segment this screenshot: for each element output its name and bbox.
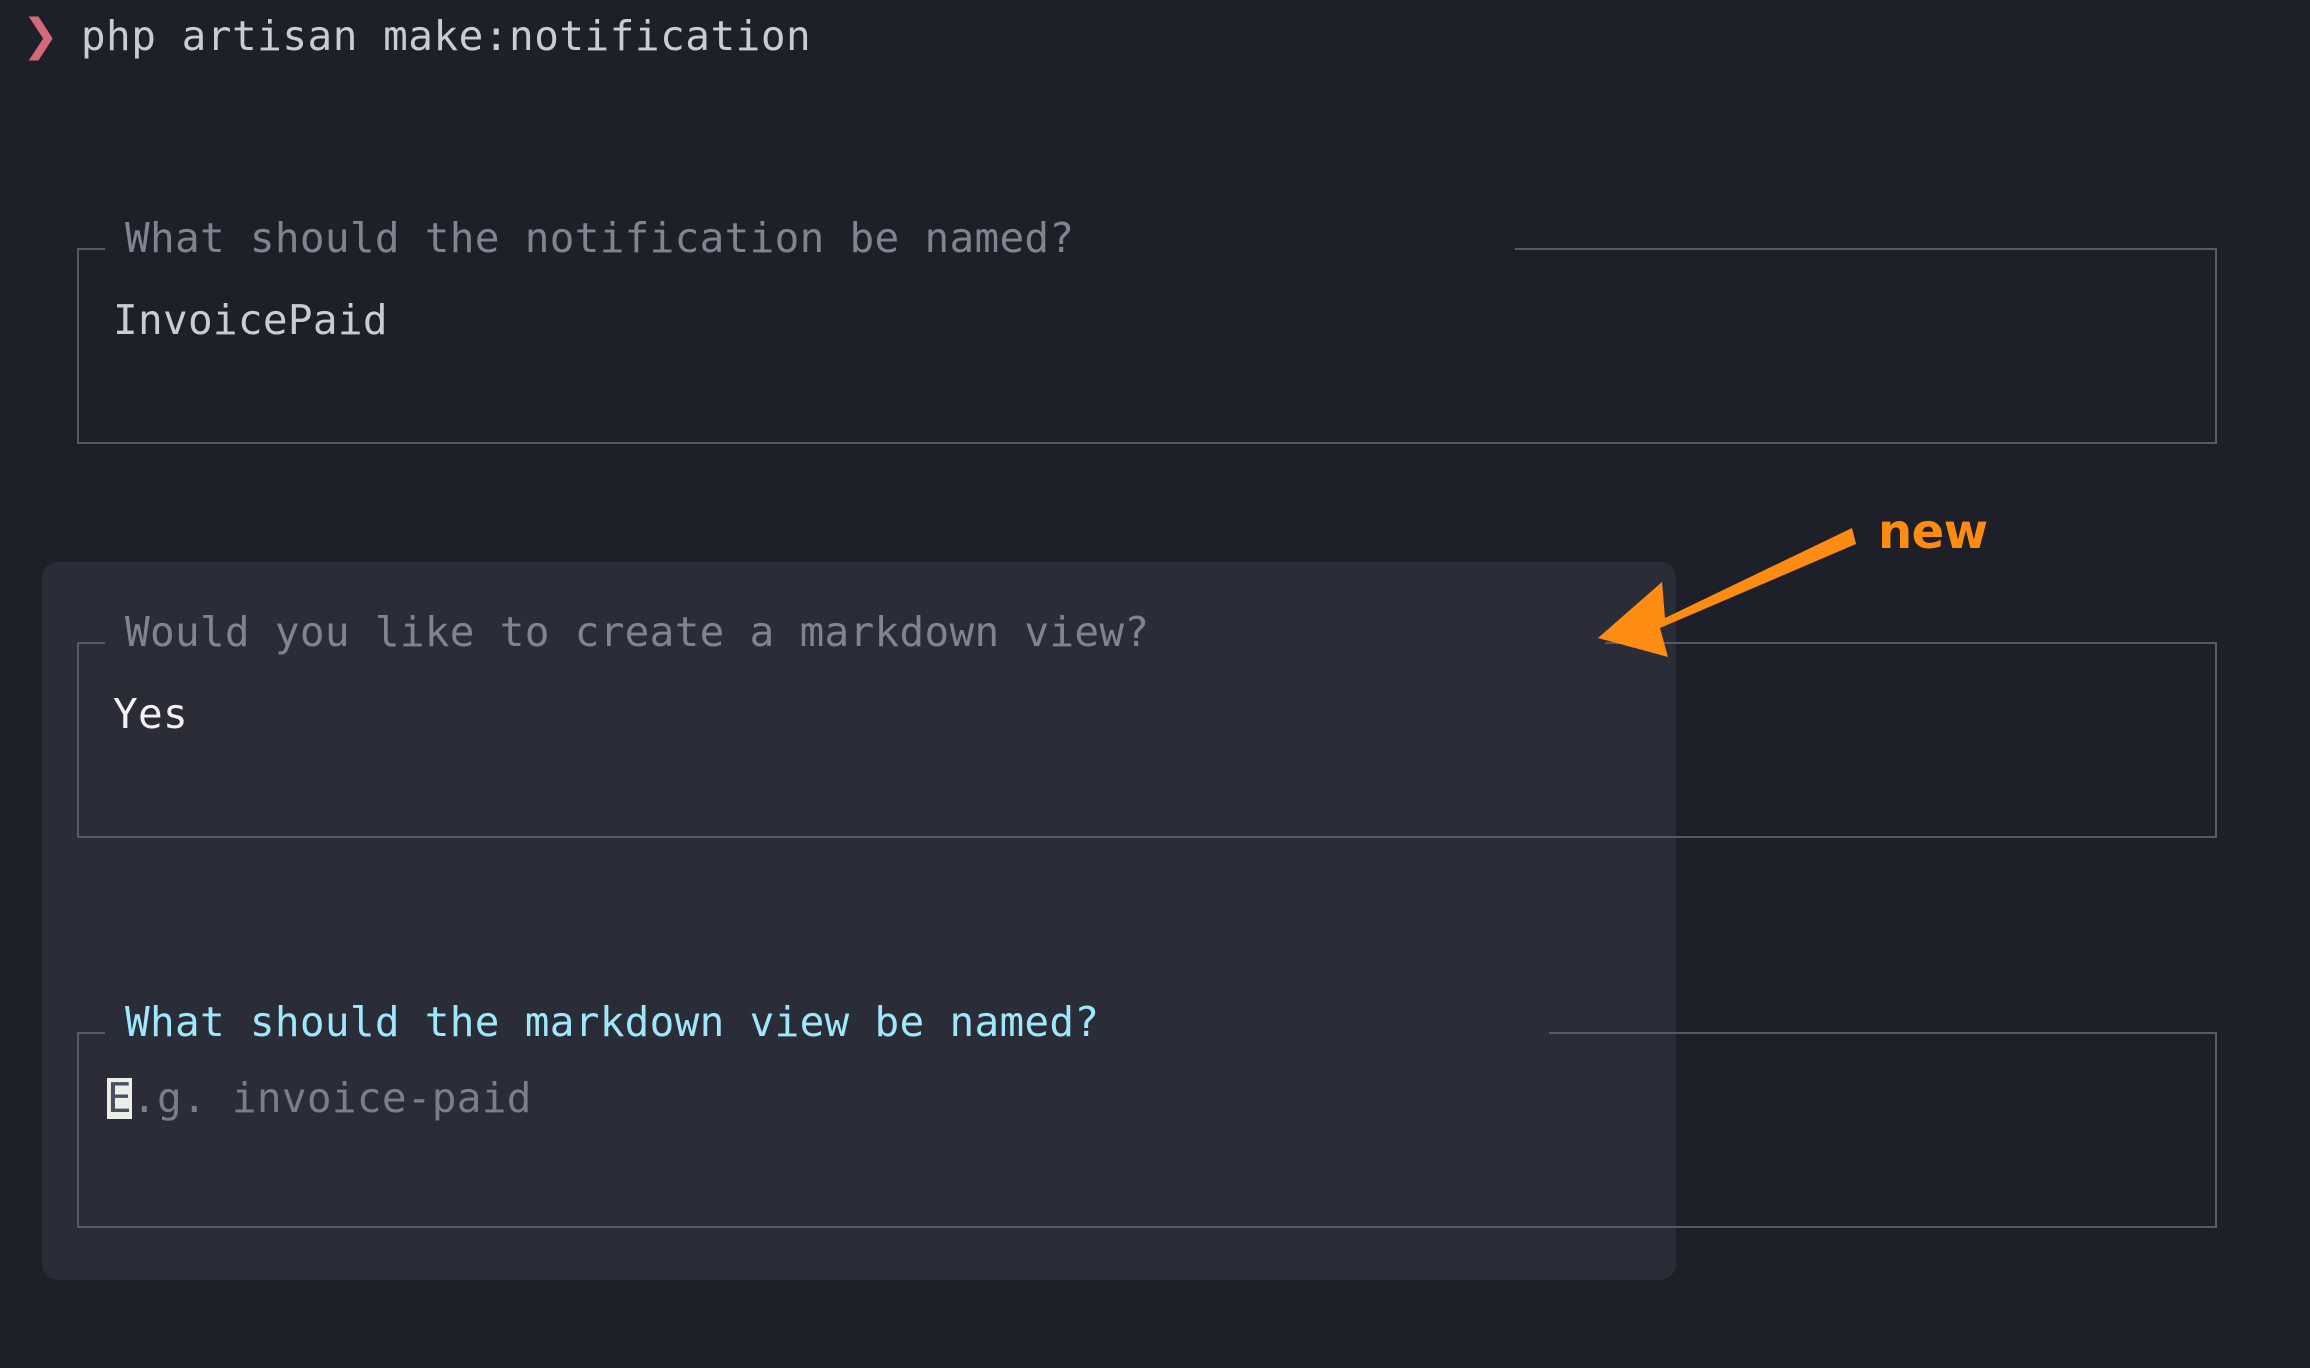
prompt-notification-name[interactable]: What should the notification be named? I… <box>77 218 2217 444</box>
prompt-label-markdown-name: What should the markdown view be named? <box>125 998 1100 1046</box>
prompt-markdown-confirm[interactable]: Would you like to create a markdown view… <box>77 612 2217 838</box>
prompt-border <box>77 642 2217 838</box>
prompt-markdown-name[interactable]: What should the markdown view be named? … <box>77 1002 2217 1228</box>
command-text: php artisan make:notification <box>80 12 812 60</box>
prompt-input-markdown-name[interactable]: E.g. invoice-paid <box>107 1078 532 1119</box>
prompt-border-top-left <box>77 248 105 250</box>
prompt-border-top-right <box>1549 1032 2217 1034</box>
prompt-placeholder-markdown-name: .g. invoice-paid <box>131 1074 532 1122</box>
terminal-window: ❯ php artisan make:notification What sho… <box>0 0 2310 1368</box>
prompt-label-markdown-confirm: Would you like to create a markdown view… <box>125 608 1150 656</box>
prompt-value-notification-name: InvoicePaid <box>113 296 388 344</box>
prompt-border <box>77 248 2217 444</box>
prompt-border <box>77 1032 2217 1228</box>
prompt-border-top-right <box>1515 248 2217 250</box>
prompt-value-markdown-confirm: Yes <box>113 690 188 738</box>
text-cursor: E <box>107 1074 132 1122</box>
prompt-border-top-right <box>1605 642 2217 644</box>
prompt-chevron-icon: ❯ <box>22 10 59 61</box>
command-line: ❯ php artisan make:notification <box>22 14 811 58</box>
prompt-label-notification-name: What should the notification be named? <box>125 214 1075 262</box>
prompt-border-top-left <box>77 1032 105 1034</box>
prompt-border-top-left <box>77 642 105 644</box>
annotation-label-new: new <box>1878 504 1988 560</box>
